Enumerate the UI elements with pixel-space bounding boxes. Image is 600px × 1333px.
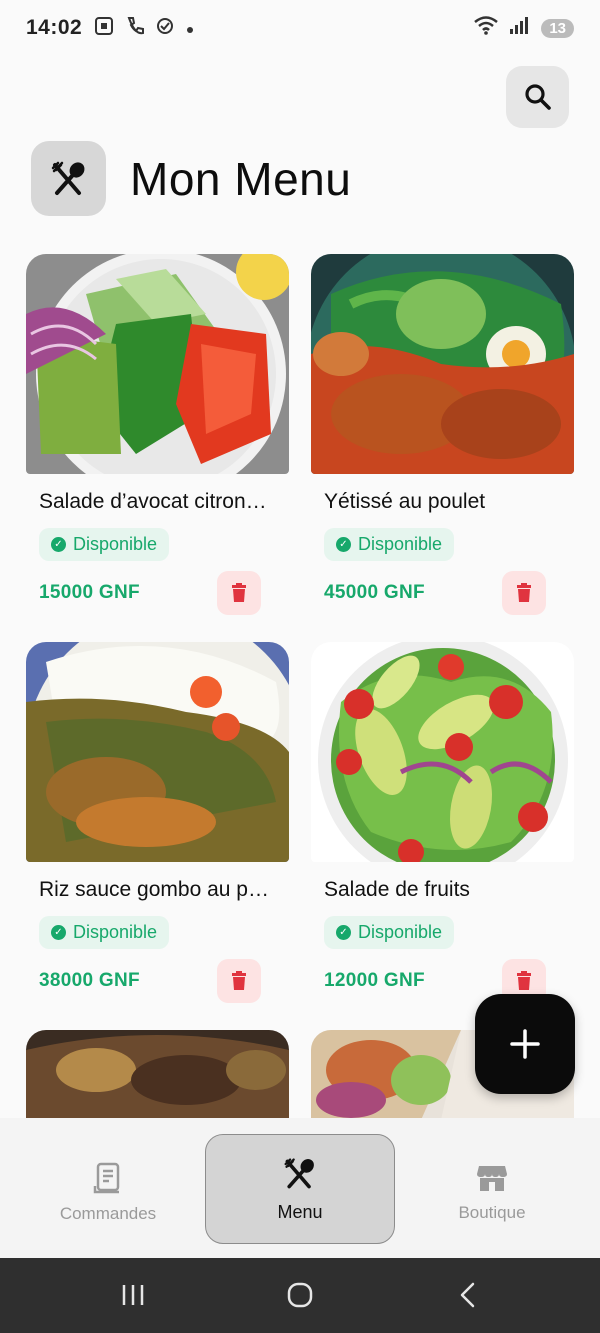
delete-button[interactable] bbox=[502, 571, 546, 615]
home-button[interactable] bbox=[280, 1278, 320, 1312]
receipt-icon bbox=[93, 1162, 120, 1194]
call-icon bbox=[126, 16, 145, 41]
nav-item-commandes[interactable]: Commandes bbox=[13, 1138, 203, 1248]
status-time: 14:02 bbox=[26, 16, 83, 39]
dish-name: Yétissé au poulet bbox=[324, 490, 486, 513]
search-button[interactable] bbox=[506, 66, 569, 128]
notification-dot-icon bbox=[186, 18, 194, 39]
back-button[interactable] bbox=[448, 1278, 488, 1312]
menu-card[interactable]: Salade de fruits ✓ Disponible 12000 GNF bbox=[311, 642, 574, 1003]
battery-level: 13 bbox=[541, 18, 574, 38]
nav-item-boutique[interactable]: Boutique bbox=[397, 1138, 587, 1248]
search-icon bbox=[524, 84, 551, 110]
price-row: 38000 GNF bbox=[39, 959, 261, 1003]
nav-label: Commandes bbox=[59, 1204, 157, 1223]
trash-icon bbox=[517, 583, 531, 602]
dish-price: 12000 GNF bbox=[324, 970, 425, 991]
availability-label: Disponible bbox=[73, 534, 158, 554]
menu-card[interactable]: Yétissé au poulet ✓ Disponible 45000 GNF bbox=[311, 254, 574, 615]
dish-image-rice-gombo bbox=[26, 642, 289, 862]
dish-price: 38000 GNF bbox=[39, 970, 140, 991]
menu-card[interactable]: Salade d’avocat citron… ✓ Disponible 150… bbox=[26, 254, 289, 615]
menu-header-icon bbox=[31, 141, 106, 216]
trash-icon bbox=[232, 971, 246, 990]
dish-image-fruit-salad bbox=[311, 642, 574, 862]
availability-badge: ✓ Disponible bbox=[39, 528, 170, 561]
price-row: 45000 GNF bbox=[324, 571, 546, 615]
screenshot-icon bbox=[94, 16, 114, 41]
check-circle-icon: ✓ bbox=[336, 537, 351, 552]
utensils-icon bbox=[284, 1157, 314, 1188]
nav-label: Menu bbox=[277, 1201, 323, 1222]
check-circle-icon: ✓ bbox=[51, 925, 66, 940]
page-title: Mon Menu bbox=[130, 153, 352, 205]
check-circle-icon bbox=[156, 17, 174, 40]
menu-card[interactable] bbox=[26, 1030, 289, 1118]
availability-label: Disponible bbox=[358, 922, 443, 942]
availability-badge: ✓ Disponible bbox=[39, 916, 170, 949]
signal-icon bbox=[509, 15, 531, 41]
status-right: 13 bbox=[473, 15, 574, 41]
availability-label: Disponible bbox=[358, 534, 443, 554]
back-icon bbox=[460, 1282, 475, 1308]
dish-image-partial-5 bbox=[26, 1030, 289, 1118]
dish-price: 15000 GNF bbox=[39, 582, 140, 603]
status-bar: 14:02 13 bbox=[0, 0, 600, 56]
trash-icon bbox=[232, 583, 246, 602]
delete-button[interactable] bbox=[217, 571, 261, 615]
availability-label: Disponible bbox=[73, 922, 158, 942]
menu-card[interactable]: Riz sauce gombo au p… ✓ Disponible 38000… bbox=[26, 642, 289, 1003]
check-circle-icon: ✓ bbox=[51, 537, 66, 552]
menu-grid: Salade d’avocat citron… ✓ Disponible 150… bbox=[26, 254, 574, 1118]
dish-name: Salade de fruits bbox=[324, 878, 470, 901]
nav-item-menu[interactable]: Menu bbox=[205, 1134, 395, 1244]
dish-price: 45000 GNF bbox=[324, 582, 425, 603]
add-dish-button[interactable] bbox=[475, 994, 575, 1094]
recent-apps-button[interactable] bbox=[113, 1278, 153, 1312]
bottom-navigation: Commandes Menu Boutique bbox=[0, 1118, 600, 1258]
dish-name: Riz sauce gombo au p… bbox=[39, 878, 269, 901]
plus-icon bbox=[510, 1029, 540, 1059]
wifi-icon bbox=[473, 15, 499, 41]
trash-icon bbox=[517, 971, 531, 990]
home-icon bbox=[287, 1282, 313, 1308]
dish-image-avocado-salad bbox=[26, 254, 289, 474]
delete-button[interactable] bbox=[217, 959, 261, 1003]
store-icon bbox=[477, 1166, 507, 1191]
dish-image-yetisse-chicken bbox=[311, 254, 574, 474]
check-circle-icon: ✓ bbox=[336, 925, 351, 940]
recent-apps-icon bbox=[122, 1285, 144, 1305]
availability-badge: ✓ Disponible bbox=[324, 916, 455, 949]
dish-name: Salade d’avocat citron… bbox=[39, 490, 267, 513]
status-left: 14:02 bbox=[26, 16, 194, 41]
price-row: 15000 GNF bbox=[39, 571, 261, 615]
system-navigation-bar bbox=[0, 1258, 600, 1333]
availability-badge: ✓ Disponible bbox=[324, 528, 455, 561]
nav-label: Boutique bbox=[458, 1203, 526, 1222]
utensils-icon bbox=[51, 161, 84, 195]
